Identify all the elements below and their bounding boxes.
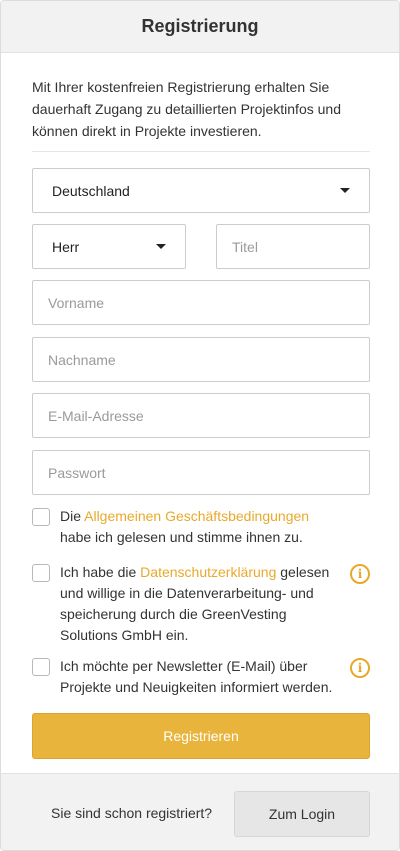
agb-link[interactable]: Allgemeinen Geschäftsbedingungen [84,508,309,524]
chevron-down-icon [340,188,350,193]
country-select-value: Deutschland [52,182,130,199]
agb-text-post: habe ich gelesen und stimme ihnen zu. [60,529,303,545]
agb-consent-text: Die Allgemeinen Geschäftsbedingungen hab… [60,506,340,548]
agb-consent-row: Die Allgemeinen Geschäftsbedingungen hab… [32,508,370,550]
country-select[interactable]: Deutschland [32,168,370,213]
title-input[interactable] [216,224,370,269]
agb-text-pre: Die [60,508,85,524]
newsletter-checkbox[interactable] [32,658,50,676]
password-input[interactable] [32,450,370,495]
intro-text: Mit Ihrer kostenfreien Registrierung erh… [32,79,341,139]
already-registered-text: Sie sind schon registriert? [51,805,213,821]
privacy-text-pre: Ich habe die [60,564,141,580]
newsletter-consent-row: Ich möchte per Newsletter (E-Mail) über … [32,658,370,700]
lastname-input[interactable] [32,337,370,382]
registration-panel: Registrierung Mit Ihrer kostenfreien Reg… [0,0,400,851]
page-title: Registrierung [141,16,259,36]
salutation-select-value: Herr [52,238,80,255]
firstname-input[interactable] [32,280,370,325]
divider [32,151,370,152]
panel-header: Registrierung [1,1,399,53]
privacy-policy-link[interactable]: Datenschutzerklärung [140,564,276,580]
privacy-consent-text: Ich habe die Datenschutzerklärung gelese… [60,562,340,646]
privacy-consent-row: Ich habe die Datenschutzerklärung gelese… [32,564,370,644]
info-icon[interactable]: i [350,658,370,678]
email-input[interactable] [32,393,370,438]
salutation-select[interactable]: Herr [32,224,186,269]
info-icon[interactable]: i [350,564,370,584]
chevron-down-icon [156,244,166,249]
privacy-checkbox[interactable] [32,564,50,582]
login-footer: Sie sind schon registriert? Zum Login [1,773,399,850]
newsletter-consent-text: Ich möchte per Newsletter (E-Mail) über … [60,658,333,695]
agb-checkbox[interactable] [32,508,50,526]
register-button[interactable]: Registrieren [32,713,370,759]
login-button[interactable]: Zum Login [234,791,370,837]
